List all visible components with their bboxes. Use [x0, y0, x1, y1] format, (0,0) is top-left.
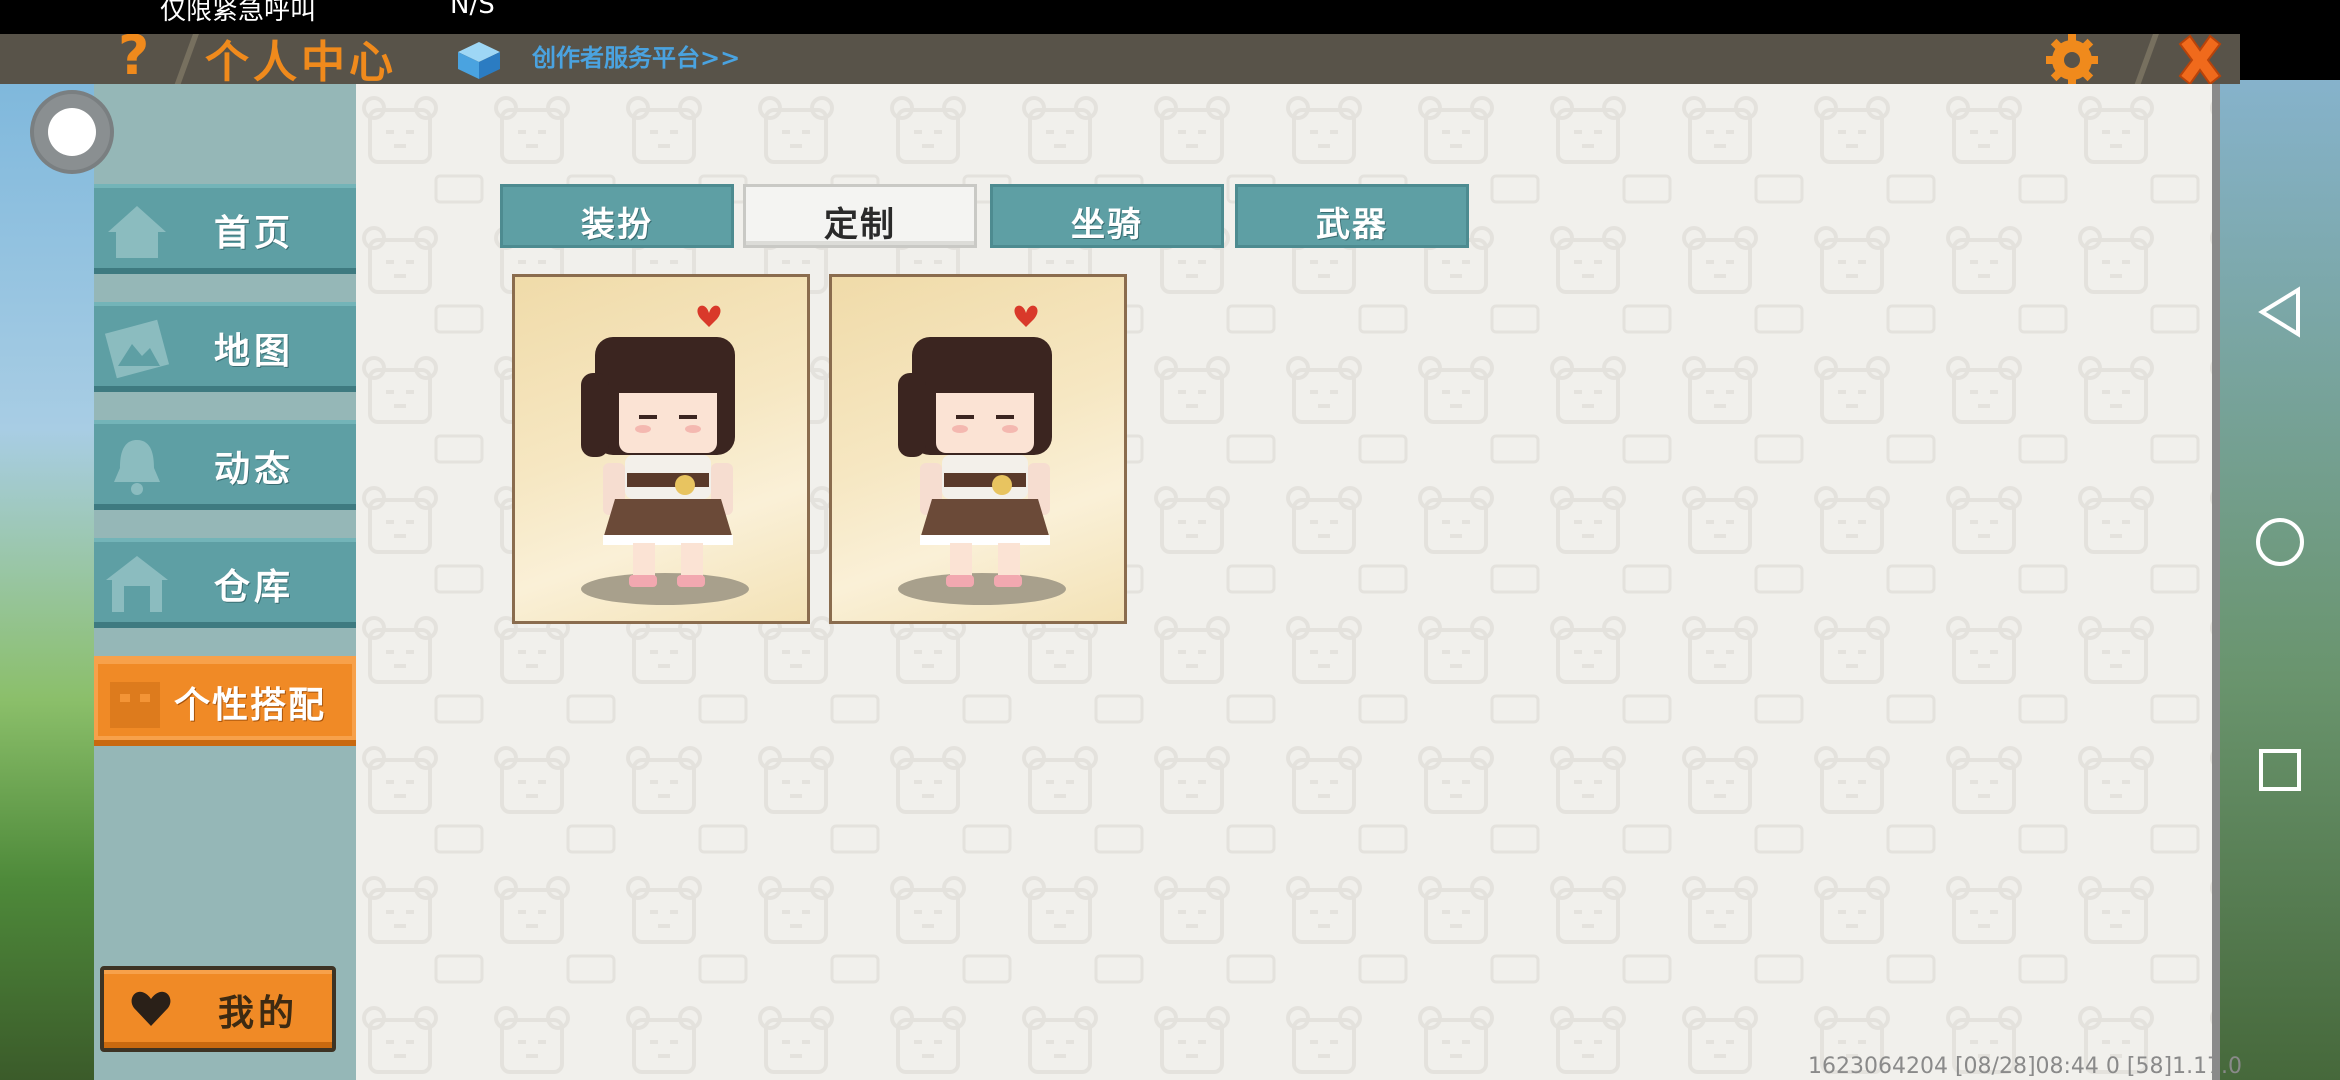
sidebar-item-label: 仓库	[214, 567, 295, 608]
home-icon[interactable]	[2254, 516, 2306, 568]
sidebar-item-label: 地图	[214, 331, 295, 372]
tab-label: 装扮	[581, 205, 653, 245]
sidebar-item-home[interactable]: 首页	[94, 184, 356, 274]
house-icon	[108, 206, 166, 258]
background-scenery	[0, 80, 100, 1080]
sidebar-item-label: 动态	[214, 449, 295, 490]
sidebar-item-map[interactable]: 地图	[94, 302, 356, 392]
sidebar-item-label: 首页	[214, 213, 295, 254]
creator-platform-link[interactable]: 创作者服务平台>>	[532, 38, 740, 73]
warehouse-icon	[106, 556, 168, 612]
sidebar-item-warehouse[interactable]: 仓库	[94, 538, 356, 628]
character-figure	[581, 305, 749, 605]
my-button-label: 我的	[218, 993, 299, 1034]
heart-icon	[131, 991, 171, 1026]
tab-custom[interactable]: 定制	[743, 184, 977, 248]
version-info: 1623064204 [08/28]08:44 0 [58]1.17.0	[1808, 1054, 2243, 1079]
tab-dress-up[interactable]: 装扮	[500, 184, 734, 248]
tab-label: 坐骑	[1071, 205, 1143, 245]
header-divider	[2131, 34, 2159, 84]
back-icon[interactable]	[2256, 286, 2304, 338]
character-card[interactable]	[829, 274, 1127, 624]
tab-mount[interactable]: 坐骑	[990, 184, 1224, 248]
sidebar-item-outfit[interactable]: 个性搭配	[94, 656, 356, 746]
sidebar-item-label: 个性搭配	[174, 685, 327, 726]
help-icon[interactable]: ?	[118, 34, 158, 84]
tab-label: 武器	[1316, 205, 1388, 245]
background-scenery-right	[2220, 80, 2340, 1080]
status-signal-text: N/S	[450, 0, 495, 20]
character-card[interactable]	[512, 274, 810, 624]
outfit-icon	[110, 682, 160, 728]
header-divider	[171, 34, 199, 84]
recent-apps-icon[interactable]	[2258, 748, 2302, 792]
page-title: 个人中心	[205, 37, 397, 84]
header-bar: ? 个人中心 创作者服务平台>>	[0, 34, 2240, 84]
sidebar-item-feed[interactable]: 动态	[94, 420, 356, 510]
scrollbar[interactable]	[2212, 84, 2220, 1080]
status-bar: 仅限紧急呼叫 N/S	[0, 0, 2340, 34]
map-icon	[104, 319, 170, 379]
main-panel: 装扮 定制 坐骑 武器	[356, 84, 2220, 1080]
status-carrier-text: 仅限紧急呼叫	[160, 0, 317, 26]
avatar-inner	[48, 108, 96, 156]
tab-weapon[interactable]: 武器	[1235, 184, 1469, 248]
close-icon[interactable]	[2170, 34, 2230, 84]
character-figure	[898, 305, 1066, 605]
gear-icon[interactable]	[2042, 34, 2102, 84]
my-button[interactable]: 我的	[100, 966, 336, 1052]
bell-icon	[114, 440, 160, 495]
cube-icon[interactable]	[456, 40, 502, 80]
tab-label: 定制	[824, 205, 896, 245]
